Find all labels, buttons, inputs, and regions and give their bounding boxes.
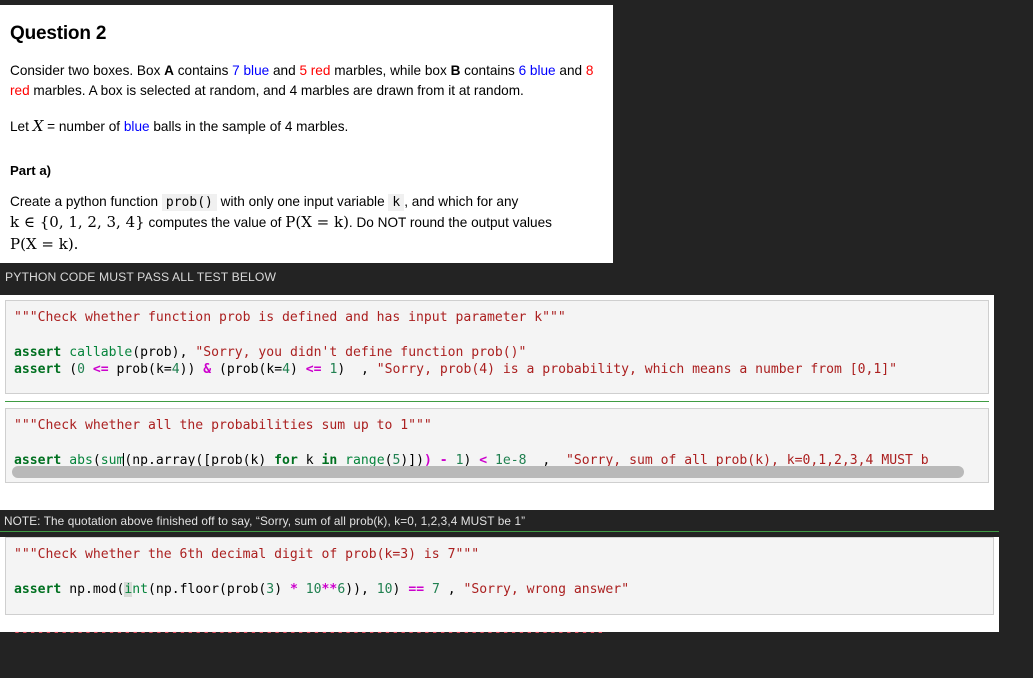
box-a-blue-count: 7 blue [232,63,270,78]
code-token: )), [345,581,377,597]
code-token: "Sorry, wrong answer" [463,581,630,597]
code-token: (prob), [132,344,196,360]
code-token: np.mod( [69,581,125,597]
box-a-red-count: 5 red [299,63,331,78]
dashed-rule: ----------------------------------------… [13,625,605,640]
question-panel: Question 2 Consider two boxes. Box A con… [0,5,613,263]
stmt-part-4: marbles, while box [330,63,451,78]
stmt-part-3: and [269,63,300,78]
cell-separator-2 [0,531,999,532]
box-b-blue-count: 6 blue [518,63,556,78]
banner-text: PYTHON CODE MUST PASS ALL TEST BELOW [5,270,277,284]
screenshot-root: Question 2 Consider two boxes. Box A con… [0,0,1033,678]
instr-part-5: . Do NOT round the output values [348,215,552,231]
code-token: ) , [337,361,377,377]
instr-part-2: with only one input variable [216,193,389,209]
notebook-area-bottom: """Check whether the 6th decimal digit o… [0,537,999,640]
code-token: assert [14,361,70,377]
code-token: "Sorry, you didn't define function prob(… [195,344,527,360]
code-token: 10 [376,581,393,597]
code-token: ) [274,581,290,597]
cell-3-code[interactable]: """Check whether the 6th decimal digit o… [14,546,985,598]
code-token: <= [92,361,109,377]
code-token: (prob(k= [211,361,283,377]
code-token: ) [392,581,409,597]
code-token: ** [321,581,338,597]
let-suffix: balls in the sample of 4 marbles. [149,118,349,134]
test-cell-2[interactable]: """Check whether all the probabilities s… [5,408,989,483]
note-text: NOTE: The quotation above finished off t… [4,514,526,528]
test-cell-1[interactable]: """Check whether function prob is define… [5,300,989,394]
test-cell-3[interactable]: """Check whether the 6th decimal digit o… [5,537,994,615]
variable-x: X [32,116,44,135]
code-token: assert [14,581,70,597]
code-token: <= [305,361,322,377]
stmt-part-7: marbles. A box is selected at random, an… [29,82,524,98]
code-token: 7 [431,581,440,597]
code-token: ) [290,361,306,377]
inline-code-k: k [388,193,405,211]
code-token: "Sorry, prob(4) is a probability, which … [376,361,898,377]
stmt-part-5: contains [460,63,519,78]
stmt-part-6: and [555,63,586,78]
page-title: Question 2 [10,23,107,44]
cell-2-code[interactable]: """Check whether all the probabilities s… [14,417,980,469]
code-token: 10 [305,581,322,597]
code-token: * [289,581,298,597]
question-statement: Consider two boxes. Box A contains 7 blu… [10,61,597,101]
code-token: == [408,581,425,597]
code-token: nt [132,581,149,597]
code-token: prob(k= [108,361,172,377]
let-blue-word: blue [123,118,150,134]
instr-part-4: computes the value of [144,215,286,231]
code-token: assert [14,344,70,360]
random-variable-definition: Let X = number of blue balls in the samp… [10,115,597,137]
instr-part-3: , and which for any [404,193,519,209]
code-token: 3 [266,581,275,597]
code-token: (np.floor(prob( [148,581,267,597]
inline-code-prob: prob() [161,193,217,211]
code-token: & [203,361,212,377]
cell-1-code[interactable]: """Check whether function prob is define… [14,309,980,378]
code-token: 0 [77,361,85,377]
horizontal-scrollbar[interactable] [12,466,964,478]
code-token: ( [69,361,78,377]
instr-part-1: Create a python function [10,193,162,209]
math-p-x-equals-k: P(X = k) [285,213,349,232]
cell-separator-1 [5,401,989,402]
scrollbar-thumb[interactable] [12,466,964,478]
math-k-domain: k ∈ {0, 1, 2, 3, 4} [10,213,145,232]
part-a-heading: Part a) [10,162,52,178]
code-token: )) [179,361,204,377]
part-a-instructions: Create a python function prob() with onl… [10,192,597,256]
let-prefix: Let [10,118,33,134]
code-token: 4 [282,361,290,377]
notebook-area-top: """Check whether function prob is define… [0,295,994,510]
stmt-part-1: Consider two boxes. Box [10,63,165,78]
box-a-label: A [164,63,174,78]
stmt-part-2: contains [173,63,233,78]
code-token: 4 [171,361,180,377]
docstring: """Check whether function prob is define… [14,310,566,325]
math-p-x-equals-k-2: P(X = k). [10,234,79,253]
let-middle: = number of [43,118,124,134]
code-token: callable [69,344,133,360]
docstring: """Check whether the 6th decimal digit o… [14,547,480,562]
docstring: """Check whether all the probabilities s… [14,418,432,433]
code-token: , [439,581,464,597]
box-b-label: B [450,63,461,78]
